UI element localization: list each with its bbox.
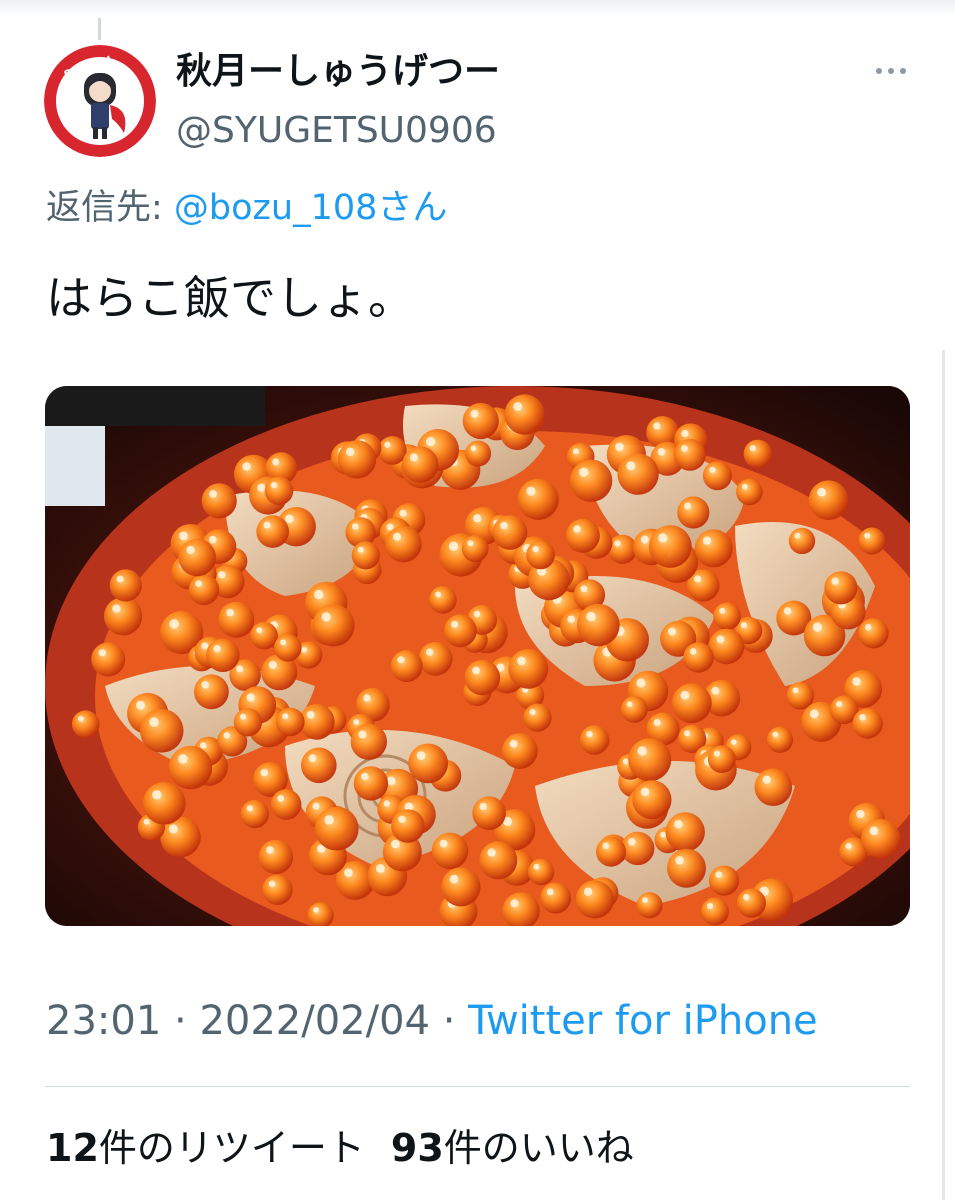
tweet-time[interactable]: 23:01 — [46, 998, 161, 1044]
like-stat[interactable]: 93件のいいね — [391, 1126, 634, 1170]
top-edge — [0, 0, 955, 16]
retweet-count: 12 — [46, 1126, 99, 1170]
tweet-meta: 23:01 · 2022/02/04 · Twitter for iPhone — [46, 994, 818, 1048]
meta-separator-1: · — [161, 998, 200, 1044]
reply-prefix: 返信先: — [46, 188, 174, 228]
retweet-stat[interactable]: 12件のリツイート — [46, 1126, 365, 1170]
more-options-icon[interactable] — [872, 56, 910, 86]
engagement-stats: 12件のリツイート 93件のいいね — [46, 1122, 634, 1174]
display-name[interactable]: 秋月ーしゅうげつー — [176, 48, 500, 96]
reply-context: 返信先: @bozu_108さん — [46, 184, 447, 232]
tweet-date[interactable]: 2022/02/04 — [199, 998, 430, 1044]
avatar-image: SS Final — [44, 45, 156, 157]
meta-separator-2: · — [429, 998, 469, 1044]
avatar[interactable]: SS Final — [44, 45, 156, 157]
reply-mention-link[interactable]: @bozu_108さん — [174, 188, 448, 228]
user-handle[interactable]: @SYUGETSU0906 — [176, 108, 497, 154]
tweet-source-link[interactable]: Twitter for iPhone — [468, 998, 818, 1044]
like-label: 件のいいね — [443, 1126, 634, 1170]
tweet-text: はらこ飯でしょ。 — [46, 271, 414, 325]
scrollbar[interactable] — [942, 350, 945, 1200]
divider — [45, 1086, 910, 1087]
like-count: 93 — [390, 1126, 444, 1170]
tweet-photo[interactable] — [45, 386, 910, 926]
thread-connector-line — [98, 18, 101, 40]
retweet-label: 件のリツイート — [98, 1126, 365, 1170]
ikura-bowl-image — [45, 386, 910, 926]
